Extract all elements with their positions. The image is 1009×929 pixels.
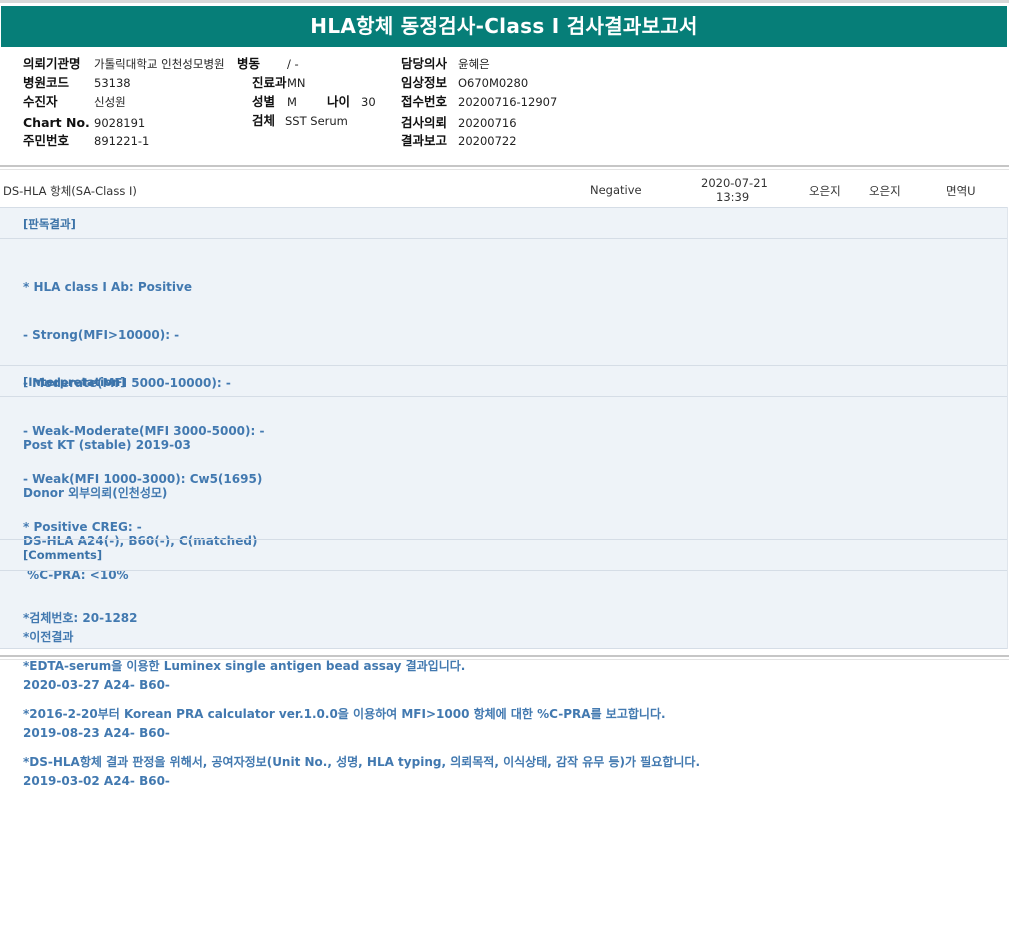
specimen-value: SST Serum xyxy=(285,114,348,128)
receipt-label: 접수번호 xyxy=(401,94,448,109)
test-name: DS-HLA 항체(SA-Class I) xyxy=(3,184,137,198)
sex-label: 성별 xyxy=(252,94,276,109)
comment-line: *DS-HLA항체 결과 판정을 위해서, 공여자정보(Unit No., 성명… xyxy=(23,755,700,769)
divider xyxy=(0,570,1007,571)
result-value: Negative xyxy=(590,183,642,197)
comment-line: *EDTA-serum을 이용한 Luminex single antigen … xyxy=(23,659,466,673)
comment-line: *검체번호: 20-1282 xyxy=(23,611,138,625)
comment-line: *2016-2-20부터 Korean PRA calculator ver.1… xyxy=(23,707,666,721)
divider xyxy=(0,165,1009,167)
institution-label: 의뢰기관명 xyxy=(23,56,81,71)
recipient-value: 신성원 xyxy=(94,95,126,109)
clinical-label: 임상정보 xyxy=(401,75,448,90)
divider xyxy=(0,238,1007,239)
interpretation-line: Donor 외부의뢰(인천성모) xyxy=(23,486,168,500)
examiner: 오은지 xyxy=(809,184,841,198)
sex-value: M xyxy=(287,95,297,109)
reviewer: 오은지 xyxy=(869,184,901,198)
divider xyxy=(0,655,1009,657)
recipient-label: 수진자 xyxy=(23,94,58,109)
clinical-value: O670M0280 xyxy=(458,76,529,90)
doctor-label: 담당의사 xyxy=(401,56,448,71)
department: 면역U xyxy=(946,184,976,198)
dept-label: 진료과 xyxy=(252,75,287,90)
judgement-line: * HLA class I Ab: Positive xyxy=(23,280,192,294)
result-time: 13:39 xyxy=(716,190,750,204)
hospital-code-value: 53138 xyxy=(94,76,131,90)
institution-value: 가톨릭대학교 인천성모병원 xyxy=(94,57,225,71)
divider xyxy=(0,207,1007,208)
receipt-value: 20200716-12907 xyxy=(458,95,558,109)
interpretation-line: Post KT (stable) 2019-03 xyxy=(23,438,191,452)
result-detail-panel: [판독결과] * HLA class I Ab: Positive - Stro… xyxy=(0,207,1008,788)
age-value: 30 xyxy=(361,95,376,109)
doctor-value: 윤혜은 xyxy=(458,57,490,71)
dept-value: MN xyxy=(287,76,306,90)
interpretation-line: DS-HLA A24(-), B60(-), C(matched) xyxy=(23,534,258,548)
ward-label: 병동 xyxy=(237,56,261,71)
divider xyxy=(0,169,1009,170)
chart-value: 9028191 xyxy=(94,116,146,130)
divider xyxy=(0,365,1007,366)
divider xyxy=(0,659,1009,660)
report-title: HLA항체 동정검사-Class I 검사결과보고서 xyxy=(1,6,1007,47)
id-value: 891221-1 xyxy=(94,134,150,148)
report-value: 20200722 xyxy=(458,134,517,148)
result-row[interactable]: DS-HLA 항체(SA-Class I) Negative 2020-07-2… xyxy=(0,173,1009,207)
comments-text: *검체번호: 20-1282 *EDTA-serum을 이용한 Luminex … xyxy=(23,578,700,802)
comments-header: [Comments] xyxy=(23,548,103,562)
divider xyxy=(0,396,1007,397)
id-label: 주민번호 xyxy=(23,133,70,148)
judgement-header: [판독결과] xyxy=(23,217,76,231)
request-label: 검사의뢰 xyxy=(401,115,448,130)
divider xyxy=(0,539,1007,540)
report-label: 결과보고 xyxy=(401,133,448,148)
top-border xyxy=(0,0,1009,3)
interpretation-header: [Interpretation] xyxy=(23,375,126,389)
chart-label: Chart No. xyxy=(23,115,90,130)
age-label: 나이 xyxy=(327,94,351,109)
judgement-line: - Strong(MFI>10000): - xyxy=(23,328,180,342)
hospital-code-label: 병원코드 xyxy=(23,75,70,90)
ward-value: / - xyxy=(287,57,299,71)
divider xyxy=(0,648,1007,649)
specimen-label: 검체 xyxy=(252,113,276,128)
request-value: 20200716 xyxy=(458,116,517,130)
result-date: 2020-07-21 xyxy=(701,176,768,190)
